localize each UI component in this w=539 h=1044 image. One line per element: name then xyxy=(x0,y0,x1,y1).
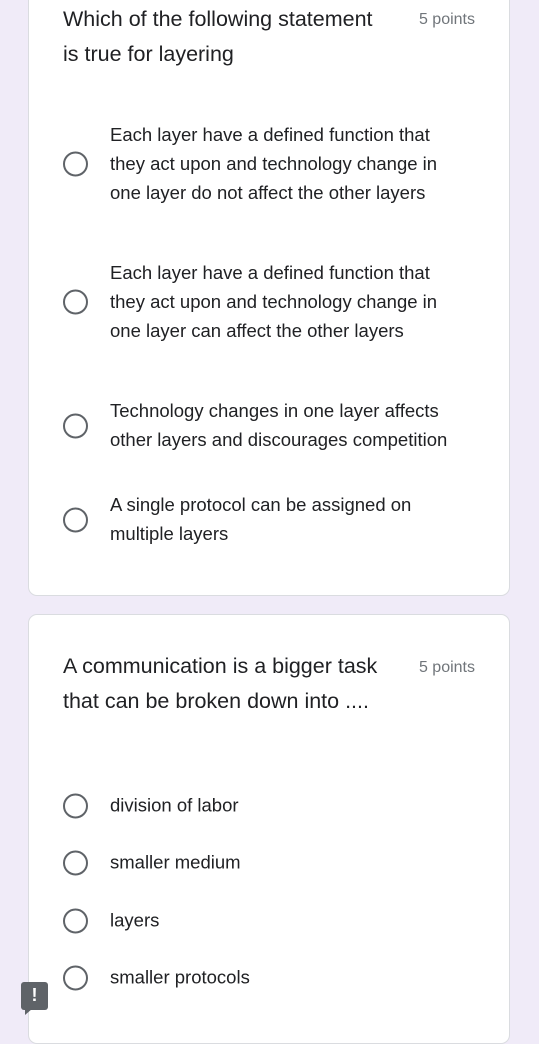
question-points: 5 points xyxy=(418,659,475,676)
radio-button[interactable] xyxy=(63,965,88,991)
radio-button[interactable] xyxy=(63,413,88,439)
option-label[interactable]: smaller protocols xyxy=(110,964,462,993)
option-label[interactable]: A single protocol can be assigned on mul… xyxy=(110,491,462,549)
report-issue-icon[interactable]: ! xyxy=(21,982,48,1015)
radio-button[interactable] xyxy=(63,850,88,876)
option-label[interactable]: Each layer have a defined function that … xyxy=(110,121,462,207)
radio-button[interactable] xyxy=(63,151,88,177)
radio-button[interactable] xyxy=(63,908,88,934)
question-title: A communication is a bigger task that ca… xyxy=(63,654,378,713)
radio-button[interactable] xyxy=(63,793,88,819)
question-title: Which of the following statement is true… xyxy=(63,7,373,66)
option-label[interactable]: Technology changes in one layer affects … xyxy=(110,397,462,455)
radio-button[interactable] xyxy=(63,507,88,533)
option-label[interactable]: smaller medium xyxy=(110,849,462,878)
option-label[interactable]: layers xyxy=(110,907,462,936)
question-points: 5 points xyxy=(418,11,475,28)
option-label[interactable]: Each layer have a defined function that … xyxy=(110,259,462,345)
question-card-2: A communication is a bigger task that ca… xyxy=(28,614,510,1044)
radio-button[interactable] xyxy=(63,289,88,315)
question-card-1: Which of the following statement is true… xyxy=(28,0,510,596)
option-label[interactable]: division of labor xyxy=(110,792,462,821)
